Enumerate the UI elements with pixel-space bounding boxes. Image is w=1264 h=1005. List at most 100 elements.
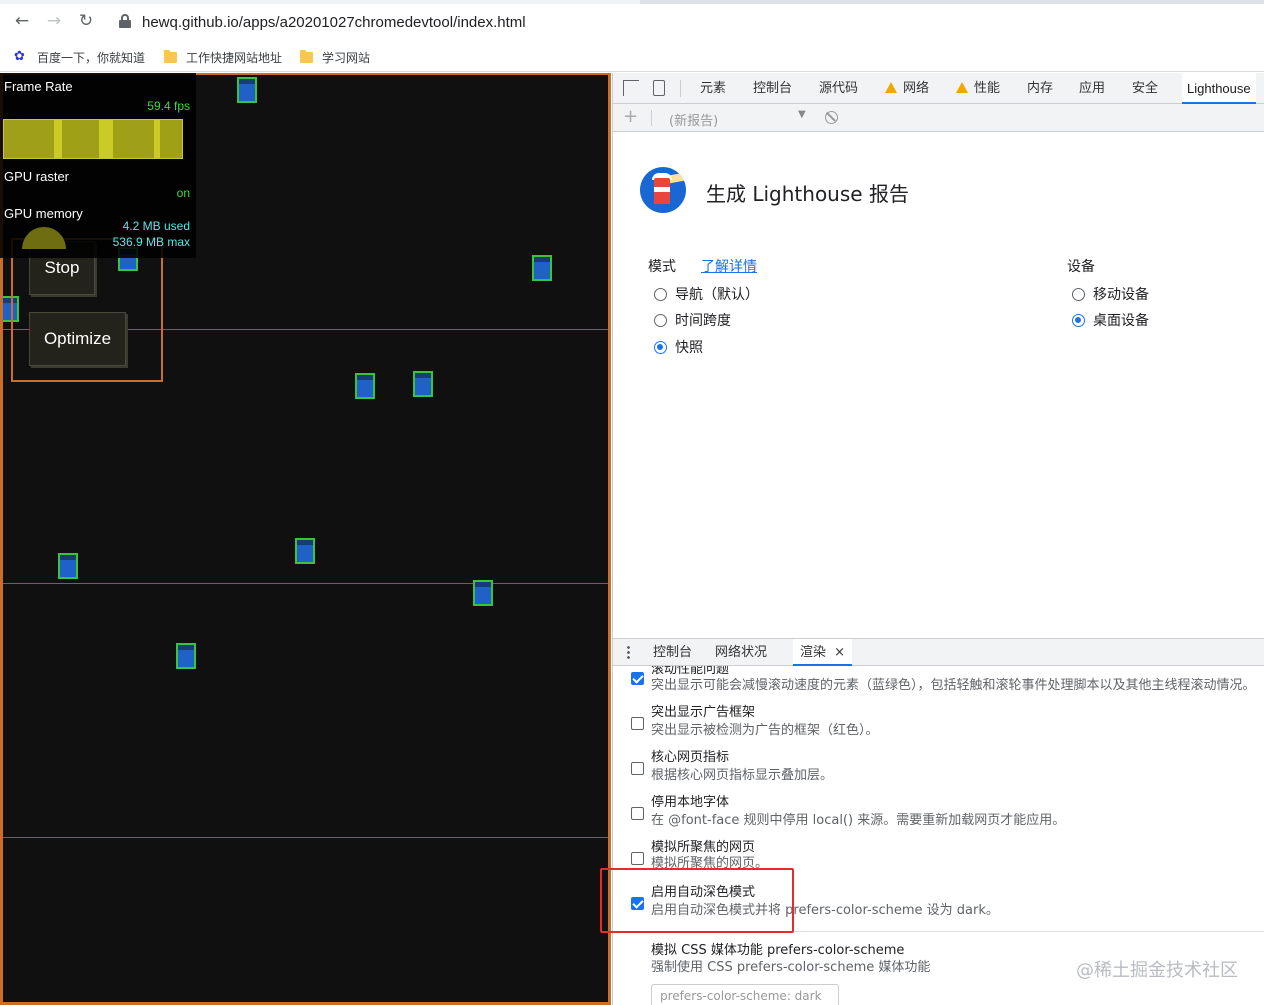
gpu-raster-value: on — [176, 186, 190, 200]
color-scheme-select[interactable]: prefers-color-scheme: dark — [651, 984, 839, 1005]
clear-icon[interactable] — [825, 111, 838, 124]
option-desc: 突出显示被检测为广告的框架（红色）。 — [651, 723, 879, 738]
fps-value: 59.4 fps — [147, 99, 190, 113]
mode-timespan-radio[interactable] — [654, 314, 667, 327]
tab-performance[interactable]: 性能 — [956, 73, 1000, 104]
tab-memory[interactable]: 内存 — [1027, 73, 1053, 104]
inspect-element-icon[interactable] — [623, 80, 639, 96]
url-text: hewq.github.io/apps/a20201027chromedevto… — [142, 14, 526, 31]
bookmark-label: 工作快捷网站地址 — [186, 50, 283, 65]
moving-square — [58, 553, 78, 579]
device-label: 设备 — [1067, 259, 1095, 275]
drawer-tabbar: 控制台 网络状况 渲染 × — [613, 638, 1264, 666]
report-select[interactable]: (新报告) — [669, 110, 718, 129]
devtools-panel: 元素 控制台 源代码 网络 性能 内存 应用 安全 Lighthouse + (… — [612, 73, 1264, 1005]
address-bar[interactable]: hewq.github.io/apps/a20201027chromedevto… — [113, 8, 1264, 38]
moving-square — [237, 77, 257, 103]
optimize-button[interactable]: Optimize — [29, 312, 126, 366]
lighthouse-logo-icon — [640, 167, 686, 213]
folder-icon — [164, 49, 177, 63]
rendering-panel: 滚动性能问题 突出显示可能会减慢滚动速度的元素（蓝绿色），包括轻触和滚轮事件处理… — [613, 666, 1264, 1005]
close-icon[interactable]: × — [834, 645, 845, 660]
tab-label: 网络 — [903, 81, 930, 96]
option-title: 核心网页指标 — [651, 750, 730, 765]
bookmark-work-folder[interactable]: 工作快捷网站地址 — [164, 48, 282, 66]
mode-navigation-label[interactable]: 导航（默认） — [675, 284, 759, 304]
mode-label: 模式 — [648, 259, 676, 275]
learn-more-link[interactable]: 了解详情 — [701, 256, 757, 276]
gpu-raster-label: GPU raster — [4, 169, 70, 184]
moving-square — [295, 538, 315, 564]
tab-label: 性能 — [974, 81, 1001, 96]
device-desktop-label[interactable]: 桌面设备 — [1093, 310, 1149, 330]
option-desc: 在 @font-face 规则中停用 local() 来源。需要重新加载网页才能… — [651, 813, 1066, 828]
tab-application[interactable]: 应用 — [1079, 73, 1105, 104]
emulate-focused-page-checkbox[interactable] — [631, 852, 644, 865]
folder-icon — [300, 49, 313, 63]
drawer-tab-rendering[interactable]: 渲染 × — [793, 639, 853, 666]
drawer-tab-network-conditions[interactable]: 网络状况 — [715, 639, 767, 666]
mode-timespan-label[interactable]: 时间跨度 — [675, 310, 731, 330]
browser-toolbar: ← → ↻ hewq.github.io/apps/a20201027chrom… — [0, 0, 1264, 42]
core-web-vitals-checkbox[interactable] — [631, 762, 644, 775]
device-desktop-radio[interactable] — [1072, 314, 1085, 327]
drawer-tab-console[interactable]: 控制台 — [653, 639, 692, 666]
warning-icon — [956, 82, 968, 93]
gpu-memory-max: 536.9 MB max — [112, 235, 190, 249]
lock-icon — [119, 14, 131, 28]
highlight-annotation-box — [600, 868, 794, 933]
frame-rate-label: Frame Rate — [4, 79, 73, 94]
moving-square — [176, 643, 196, 669]
moving-square — [532, 255, 552, 281]
option-desc: 突出显示可能会减慢滚动速度的元素（蓝绿色），包括轻触和滚轮事件处理脚本以及其他主… — [651, 678, 1256, 693]
ad-frames-checkbox[interactable] — [631, 717, 644, 730]
bookmark-label: 学习网站 — [322, 50, 371, 65]
option-desc: 根据核心网页指标显示叠加层。 — [651, 768, 834, 783]
reload-icon[interactable]: ↻ — [76, 11, 96, 31]
tab-strip — [0, 0, 1264, 4]
mode-snapshot-label[interactable]: 快照 — [675, 337, 703, 357]
gpu-memory-gauge — [22, 227, 66, 249]
layer-boundary-line — [3, 583, 608, 584]
forward-arrow-icon[interactable]: → — [44, 11, 64, 31]
moving-square — [355, 373, 375, 399]
emulate-media-desc: 强制使用 CSS prefers-color-scheme 媒体功能 — [651, 960, 931, 975]
gpu-memory-used: 4.2 MB used — [122, 219, 190, 233]
mode-snapshot-radio[interactable] — [654, 341, 667, 354]
watermark: @稀土掘金技术社区 — [1076, 960, 1238, 981]
bookmark-study-folder[interactable]: 学习网站 — [300, 48, 370, 66]
bookmarks-bar: ✿ 百度一下，你就知道 工作快捷网站地址 学习网站 — [0, 42, 1264, 72]
tab-lighthouse[interactable]: Lighthouse — [1182, 73, 1256, 104]
moving-square — [413, 371, 433, 397]
back-arrow-icon[interactable]: ← — [12, 11, 32, 31]
bookmark-label: 百度一下，你就知道 — [37, 50, 146, 65]
tab-console[interactable]: 控制台 — [753, 73, 792, 104]
device-toolbar-icon[interactable] — [653, 80, 665, 96]
plus-icon[interactable]: + — [623, 106, 638, 127]
tab-elements[interactable]: 元素 — [700, 73, 726, 104]
tab-network[interactable]: 网络 — [885, 73, 929, 104]
warning-icon — [885, 82, 897, 93]
baidu-paw-icon: ✿ — [14, 49, 25, 64]
tab-label: 渲染 — [800, 645, 827, 660]
tab-sources[interactable]: 源代码 — [819, 73, 858, 104]
mode-navigation-radio[interactable] — [654, 288, 667, 301]
page-title: 生成 Lighthouse 报告 — [706, 182, 909, 206]
moving-square — [473, 580, 493, 606]
more-menu-icon[interactable] — [627, 645, 630, 660]
tab-security[interactable]: 安全 — [1132, 73, 1158, 104]
fps-meter: Frame Rate 59.4 fps GPU raster on GPU me… — [0, 73, 196, 258]
disable-local-fonts-checkbox[interactable] — [631, 807, 644, 820]
option-title: 突出显示广告框架 — [651, 705, 756, 720]
layer-boundary-line — [3, 837, 608, 838]
device-mobile-radio[interactable] — [1072, 288, 1085, 301]
lighthouse-start-view: 生成 Lighthouse 报告 模式 了解详情 导航（默认） 时间跨度 快照 … — [613, 132, 1264, 638]
chevron-down-icon[interactable]: ▼ — [798, 109, 806, 120]
scroll-performance-checkbox[interactable] — [631, 672, 644, 685]
lighthouse-toolbar: + (新报告) ▼ — [613, 104, 1264, 132]
gpu-memory-label: GPU memory — [4, 206, 83, 221]
bookmark-baidu[interactable]: ✿ 百度一下，你就知道 — [14, 48, 145, 66]
devtools-tabbar: 元素 控制台 源代码 网络 性能 内存 应用 安全 Lighthouse — [613, 73, 1264, 104]
option-title: 停用本地字体 — [651, 795, 730, 810]
device-mobile-label[interactable]: 移动设备 — [1093, 284, 1149, 304]
